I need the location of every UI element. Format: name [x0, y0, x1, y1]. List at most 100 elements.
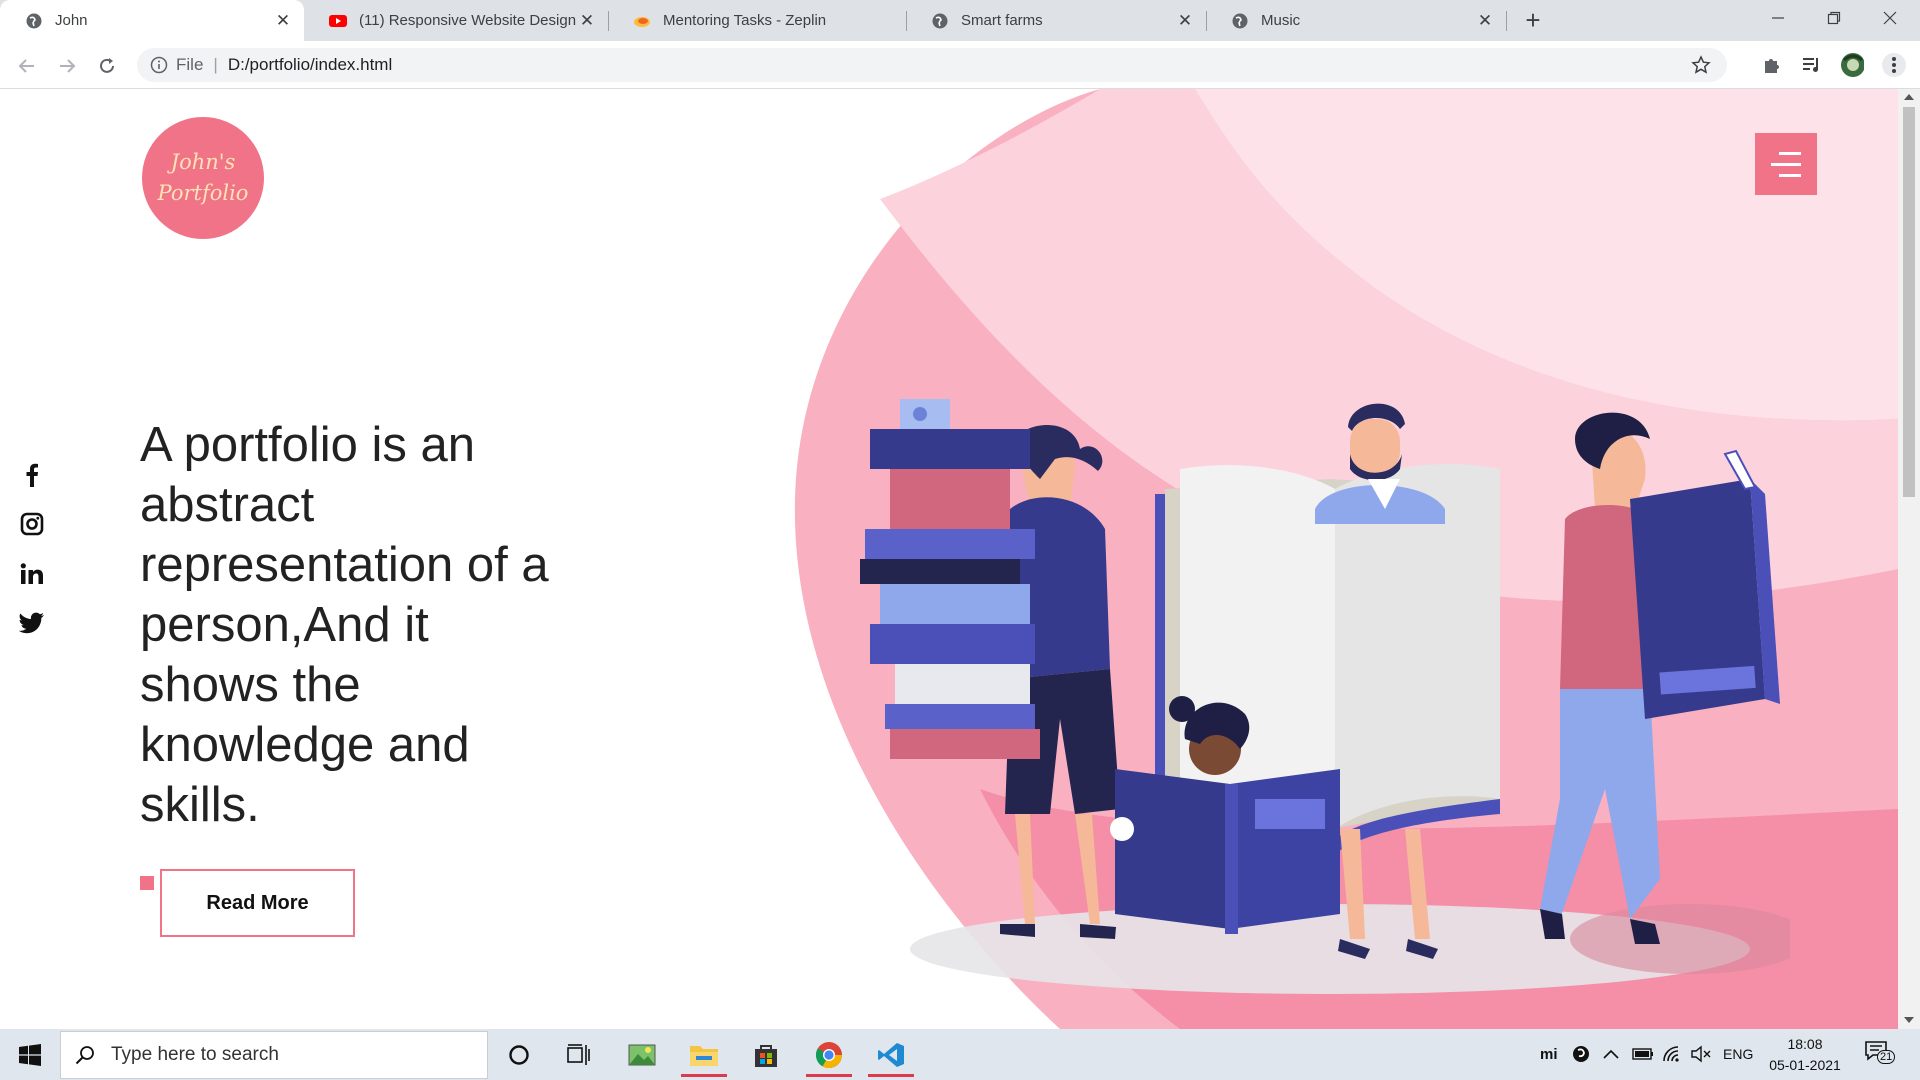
- globe-icon: [26, 13, 42, 28]
- scheme-label: File: [176, 55, 204, 74]
- action-center-button[interactable]: 21: [1865, 1040, 1896, 1064]
- media-control-button[interactable]: [1800, 53, 1824, 77]
- taskbar-search-box[interactable]: Type here to search: [60, 1031, 488, 1079]
- chrome-button[interactable]: [802, 1032, 856, 1077]
- restore-icon: [1827, 11, 1841, 25]
- playlist-icon: [1803, 58, 1818, 72]
- tab-zeplin[interactable]: Mentoring Tasks - Zeplin: [608, 0, 908, 41]
- globe-icon: [1232, 13, 1248, 28]
- extensions-button[interactable]: [1760, 53, 1784, 77]
- close-window-button[interactable]: [1862, 0, 1918, 36]
- menu-line: [1779, 151, 1801, 155]
- tray-sync-icon[interactable]: [1571, 1043, 1591, 1065]
- sync-icon: [1573, 1046, 1589, 1062]
- tab-title: Music: [1261, 12, 1301, 29]
- tab-separator: [1506, 11, 1507, 31]
- battery-indicator[interactable]: [1632, 1043, 1654, 1065]
- task-view-button[interactable]: [552, 1032, 606, 1077]
- clock-time: 18:08: [1787, 1036, 1823, 1052]
- menu-line: [1779, 173, 1801, 177]
- vscode-icon: [878, 1042, 904, 1067]
- tab-title: Smart farms: [961, 12, 1043, 29]
- info-icon[interactable]: [150, 56, 168, 74]
- language-indicator[interactable]: ENG: [1723, 1043, 1753, 1065]
- back-button[interactable]: [12, 51, 42, 81]
- scroll-thumb[interactable]: [1903, 107, 1915, 497]
- avatar-icon: [1841, 53, 1864, 77]
- linkedin-icon: [20, 563, 43, 584]
- forward-arrow-icon: [60, 59, 76, 73]
- menu-line: [1771, 162, 1801, 166]
- facebook-link[interactable]: [19, 462, 45, 488]
- linkedin-link[interactable]: [19, 561, 45, 587]
- twitter-link[interactable]: [19, 610, 45, 636]
- twitter-icon: [19, 612, 44, 634]
- instagram-link[interactable]: [19, 511, 45, 537]
- logo-line-2: Portfolio: [157, 181, 249, 205]
- more-vert-icon: [1892, 57, 1896, 73]
- photos-app-button[interactable]: [615, 1032, 669, 1077]
- back-arrow-icon: [18, 59, 34, 73]
- close-icon: [1883, 11, 1897, 25]
- show-hidden-icons-button[interactable]: [1603, 1043, 1619, 1065]
- page-scrollbar[interactable]: [1898, 89, 1920, 1029]
- cortana-button[interactable]: [492, 1032, 546, 1077]
- photos-icon: [628, 1044, 656, 1065]
- wifi-icon: [1663, 1046, 1679, 1062]
- site-logo[interactable]: John's Portfolio: [142, 117, 264, 239]
- chrome-icon: [815, 1041, 842, 1068]
- restore-button[interactable]: [1806, 0, 1862, 36]
- search-placeholder: Type here to search: [111, 1044, 279, 1065]
- hamburger-menu-button[interactable]: [1755, 133, 1817, 195]
- globe-icon: [932, 13, 948, 28]
- chrome-menu-button[interactable]: [1882, 53, 1906, 77]
- chevron-up-icon: [1603, 1049, 1619, 1059]
- close-icon[interactable]: ✕: [1176, 11, 1194, 31]
- forward-button[interactable]: [52, 51, 82, 81]
- clock-date: 05-01-2021: [1769, 1057, 1841, 1073]
- browser-toolbar: File | D:/portfolio/index.html: [0, 41, 1920, 89]
- windows-start-icon[interactable]: [19, 1044, 41, 1066]
- volume-indicator[interactable]: [1690, 1043, 1712, 1065]
- tab-title: Mentoring Tasks - Zeplin: [663, 12, 827, 29]
- profile-avatar[interactable]: [1840, 53, 1864, 77]
- new-tab-button[interactable]: +: [1518, 6, 1548, 36]
- cortana-icon: [509, 1044, 529, 1065]
- system-clock[interactable]: 18:08 05-01-2021: [1765, 1034, 1845, 1076]
- scroll-up-arrow[interactable]: [1904, 94, 1914, 100]
- windows-taskbar: Type here to search mi ENG 18:08 05-01-2…: [0, 1029, 1920, 1080]
- store-button[interactable]: [739, 1032, 793, 1077]
- minimize-button[interactable]: [1750, 0, 1806, 36]
- instagram-icon: [20, 512, 44, 536]
- vscode-button[interactable]: [864, 1032, 918, 1077]
- tab-music[interactable]: Music ✕: [1206, 0, 1506, 41]
- reload-button[interactable]: [92, 51, 122, 81]
- bookmark-star-icon[interactable]: [1691, 55, 1711, 75]
- tab-youtube[interactable]: (11) Responsive Website Design - ✕: [304, 0, 608, 41]
- hero-headline: A portfolio is an abstract representatio…: [140, 418, 549, 832]
- youtube-icon: [329, 14, 347, 27]
- page-viewport: John's Portfolio A portfolio is an abstr…: [0, 89, 1898, 1029]
- address-bar[interactable]: File | D:/portfolio/index.html: [137, 48, 1727, 82]
- file-explorer-button[interactable]: [677, 1032, 731, 1077]
- reload-icon: [100, 58, 114, 73]
- close-icon[interactable]: ✕: [1476, 11, 1494, 31]
- folder-icon: [690, 1045, 718, 1066]
- accent-square: [140, 876, 154, 890]
- tab-smart-farms[interactable]: Smart farms ✕: [906, 0, 1206, 41]
- scroll-down-arrow[interactable]: [1904, 1017, 1914, 1023]
- tab-john[interactable]: John ✕: [0, 0, 304, 41]
- zeplin-icon: [634, 16, 650, 27]
- divider: |: [213, 55, 218, 74]
- notification-count: 21: [1877, 1050, 1896, 1064]
- logo-line-1: John's: [170, 150, 236, 174]
- wifi-indicator[interactable]: [1662, 1043, 1682, 1065]
- tray-mi-icon[interactable]: mi: [1540, 1043, 1558, 1065]
- close-icon[interactable]: ✕: [274, 11, 292, 31]
- tab-title: John: [55, 12, 88, 29]
- puzzle-icon: [1765, 59, 1779, 73]
- close-icon[interactable]: ✕: [578, 11, 596, 31]
- tab-strip: John ✕ (11) Responsive Website Design - …: [0, 0, 1920, 41]
- url-text[interactable]: D:/portfolio/index.html: [228, 55, 392, 75]
- read-more-button[interactable]: Read More: [160, 869, 355, 937]
